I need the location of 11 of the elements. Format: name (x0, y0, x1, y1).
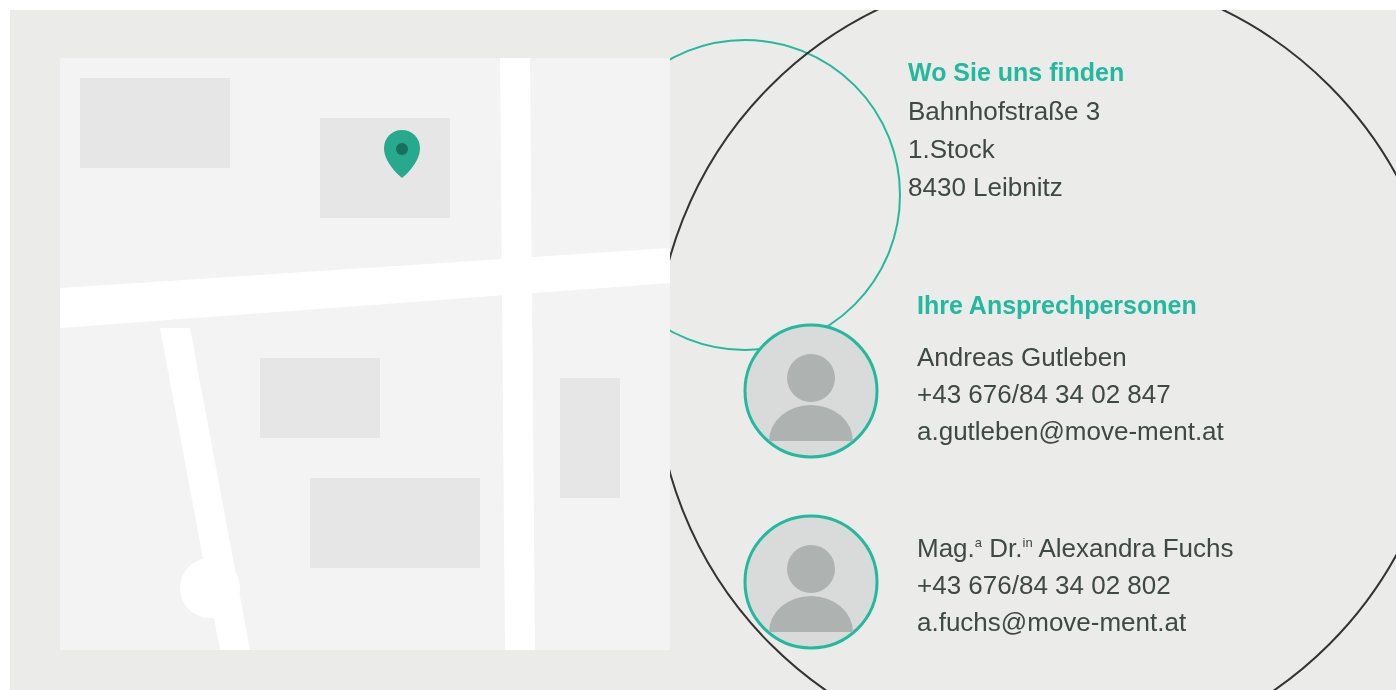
address-line: Bahnhofstraße 3 (908, 95, 1102, 128)
address-line: 8430 Leibnitz (908, 171, 1064, 204)
person-name: Mag.$^{a}$ Dr.$^{in}$ Alexandra Fuchs (917, 532, 1234, 565)
address-line: 1.Stock (908, 133, 996, 166)
section-heading: Wo Sie uns finden (908, 57, 1126, 88)
section-heading: Ihre Ansprechpersonen (916, 290, 1198, 321)
phone-link[interactable]: +43 676/84 34 02 847 (917, 376, 1171, 413)
email-link[interactable]: a.fuchs@move-ment.at (917, 604, 1187, 641)
person-name: Andreas Gutleben (917, 341, 1128, 374)
phone-link[interactable]: +43 676/84 34 02 802 (917, 567, 1171, 604)
email-link[interactable]: a.gutleben@move-ment.at (917, 413, 1224, 450)
